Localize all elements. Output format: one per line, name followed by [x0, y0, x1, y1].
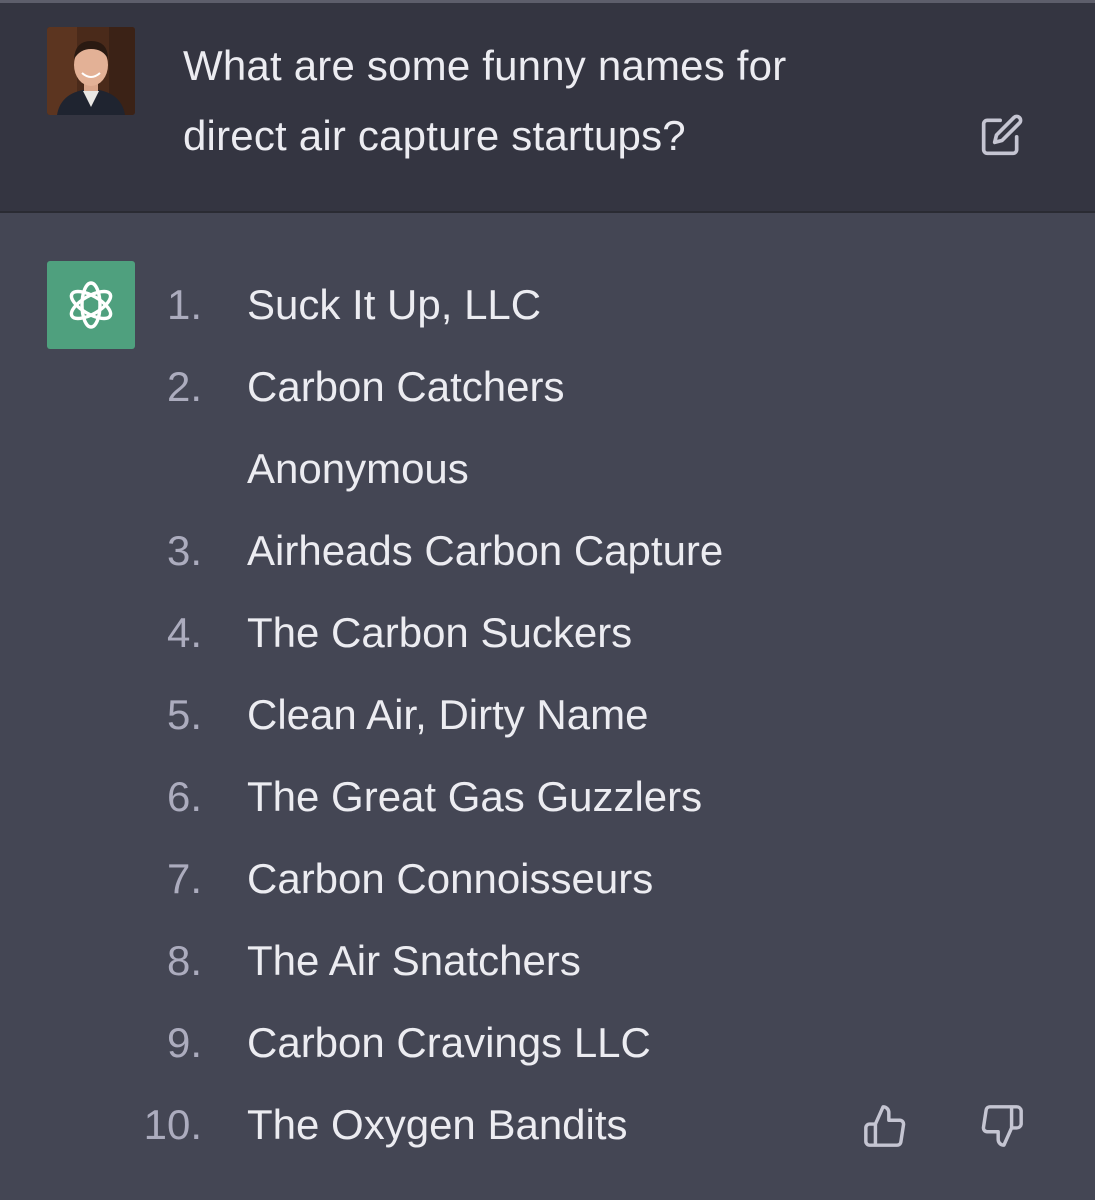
- thumbs-up-button[interactable]: [860, 1101, 910, 1151]
- list-item-text: Clean Air, Dirty Name: [247, 691, 649, 738]
- list-item-text: Suck It Up, LLC: [247, 281, 542, 328]
- list-item-number: 7.: [166, 855, 202, 902]
- list-item-number: 1.: [166, 281, 202, 328]
- thumbs-up-icon: [864, 1105, 906, 1147]
- list-item-number: 10.: [143, 1101, 202, 1148]
- list-item-number: 2.: [166, 363, 202, 410]
- assistant-message: 1. Suck It Up, LLC 2. Carbon Catchers Anon…: [0, 213, 1095, 1200]
- list-item-text: Airheads Carbon Capture: [247, 527, 724, 574]
- list-item-text: The Great Gas Guzzlers: [247, 773, 703, 820]
- thumbs-down-button[interactable]: [977, 1101, 1027, 1151]
- list-item-text: The Air Snatchers: [247, 937, 581, 984]
- list-item: 6. The Great Gas Guzzlers: [0, 756, 1095, 838]
- list-item-number: 5.: [166, 691, 202, 738]
- list-item-text: Carbon Catchers: [247, 363, 565, 410]
- list-item-number: 9.: [166, 1019, 202, 1066]
- chat-page: What are some funny names for direct air…: [0, 0, 1095, 1200]
- list-item: 2. Carbon Catchers: [0, 346, 1095, 428]
- list-item: Anonymous: [0, 428, 1095, 510]
- list-item-text: Anonymous: [247, 445, 469, 492]
- list-item: 8. The Air Snatchers: [0, 920, 1095, 1002]
- list-item: 3. Airheads Carbon Capture: [0, 510, 1095, 592]
- list-item-number: 3.: [166, 527, 202, 574]
- edit-icon: [981, 114, 1023, 156]
- list-item-text: The Oxygen Bandits: [247, 1101, 628, 1148]
- answer-list: 1. Suck It Up, LLC 2. Carbon Catchers Anon…: [0, 264, 1095, 1166]
- list-item-text: The Carbon Suckers: [247, 609, 633, 656]
- user-avatar: [47, 27, 135, 115]
- list-item-number: 6.: [166, 773, 202, 820]
- list-item: 1. Suck It Up, LLC: [0, 264, 1095, 346]
- list-item: 9. Carbon Cravings LLC: [0, 1002, 1095, 1084]
- user-prompt-text: What are some funny names for direct air…: [183, 31, 943, 171]
- user-prompt-line-2: direct air capture startups?: [183, 112, 686, 159]
- list-item-number: 4.: [166, 609, 202, 656]
- edit-message-button[interactable]: [978, 111, 1026, 159]
- list-item: 4. The Carbon Suckers: [0, 592, 1095, 674]
- list-item-text: Carbon Cravings LLC: [247, 1019, 651, 1066]
- list-item-text: Carbon Connoisseurs: [247, 855, 654, 902]
- list-item: 10. The Oxygen Bandits: [0, 1084, 1095, 1166]
- list-item: 7. Carbon Connoisseurs: [0, 838, 1095, 920]
- user-prompt-line-1: What are some funny names for: [183, 42, 787, 89]
- thumbs-down-icon: [981, 1105, 1023, 1147]
- user-message: What are some funny names for direct air…: [0, 0, 1095, 213]
- list-item-number: 8.: [166, 937, 202, 984]
- list-item: 5. Clean Air, Dirty Name: [0, 674, 1095, 756]
